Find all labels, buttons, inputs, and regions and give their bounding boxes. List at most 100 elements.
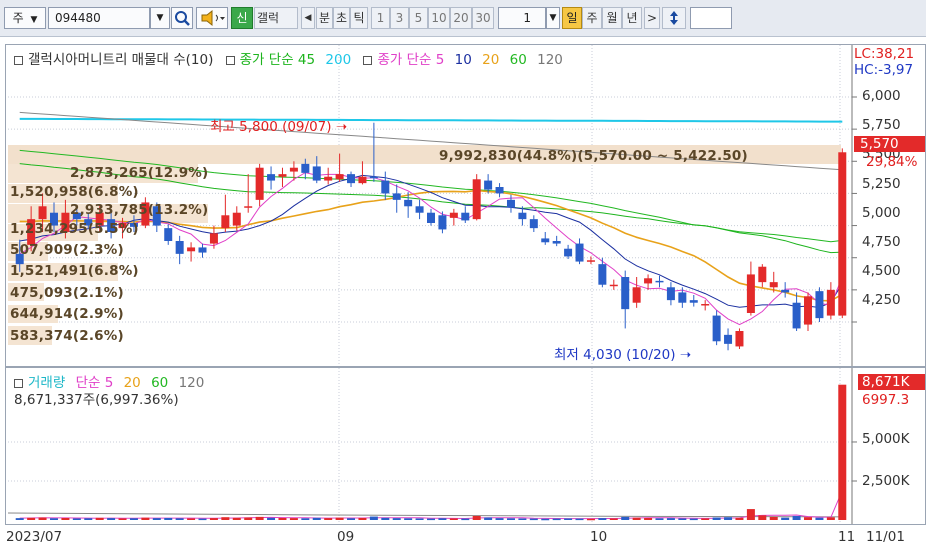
new-listing-tag: 신 bbox=[231, 7, 253, 29]
candle-body bbox=[689, 300, 698, 303]
candle-body bbox=[609, 284, 618, 287]
candle-body bbox=[358, 176, 367, 184]
search-icon bbox=[175, 11, 190, 26]
type-select[interactable]: 주 ▼ bbox=[4, 7, 46, 29]
interval-button-10[interactable]: 10 bbox=[428, 7, 450, 29]
legend-square-icon bbox=[14, 378, 23, 388]
interval-button-3[interactable]: 3 bbox=[390, 7, 409, 29]
y-tick-label: 4,500 bbox=[862, 263, 901, 279]
high-price-annotation: 최고 5,800 (09/07) ➝ bbox=[210, 115, 347, 135]
candle-body bbox=[164, 228, 173, 241]
period-daily-button[interactable]: 일 bbox=[562, 7, 582, 29]
period-next-button[interactable]: > bbox=[644, 7, 660, 29]
candle-body bbox=[209, 233, 218, 244]
stock-code-input[interactable]: 094480 bbox=[48, 7, 150, 29]
volume-bar bbox=[175, 518, 184, 520]
date-axis-label: 2023/07 bbox=[6, 529, 63, 545]
stock-code-value: 094480 bbox=[55, 11, 101, 25]
interval-select-value: 1 bbox=[523, 11, 531, 25]
legend-ma-short-label: 종가 단순 bbox=[377, 52, 432, 68]
candle-body bbox=[347, 174, 356, 184]
candle-body bbox=[826, 289, 835, 316]
updown-arrows-icon bbox=[670, 11, 678, 25]
period-next-label: > bbox=[646, 11, 658, 25]
candle-body bbox=[746, 274, 755, 313]
last-price-badge: 5,570 bbox=[854, 136, 925, 152]
candle-body bbox=[484, 180, 493, 190]
interval-button-1[interactable]: 1 bbox=[371, 7, 390, 29]
candle-body bbox=[644, 278, 653, 284]
period-yearly-button[interactable]: 년 bbox=[622, 7, 642, 29]
candle-body bbox=[564, 248, 573, 257]
period-tick-button[interactable]: 틱 bbox=[350, 7, 368, 29]
interval-button-5[interactable]: 5 bbox=[409, 7, 428, 29]
volume-bar bbox=[735, 517, 744, 520]
interval-select[interactable]: 1 bbox=[498, 7, 546, 29]
volume-bar bbox=[506, 518, 515, 520]
period-minute-label: 분 bbox=[318, 11, 331, 25]
volume-y-tick-label: 2,500K bbox=[862, 473, 910, 489]
candle-body bbox=[575, 243, 584, 262]
interval-dropdown-button[interactable]: ▼ bbox=[546, 7, 560, 29]
period-weekly-button[interactable]: 주 bbox=[582, 7, 602, 29]
candle-body bbox=[666, 287, 675, 301]
alert-sound-button[interactable] bbox=[196, 7, 228, 29]
volume-bar bbox=[289, 518, 298, 520]
volume-profile-label: 644,914(2.9%) bbox=[10, 306, 124, 322]
volume-bar bbox=[324, 518, 333, 520]
volume-bar bbox=[392, 518, 401, 520]
volume-chart-panel: 거래량 단순 5 20 60 120 8,671,337주(6,997.36%)… bbox=[5, 367, 926, 525]
candle-body bbox=[724, 334, 733, 344]
code-dropdown-button[interactable]: ▼ bbox=[150, 7, 170, 29]
chevron-down-icon: ▼ bbox=[156, 13, 164, 23]
search-button[interactable] bbox=[171, 7, 193, 29]
volume-bar bbox=[129, 518, 138, 520]
y-tick-label: 4,250 bbox=[862, 292, 901, 308]
ma5-line bbox=[19, 172, 843, 326]
volume-bar bbox=[815, 517, 824, 520]
volume-bar bbox=[552, 518, 561, 521]
y-tick-label: 6,000 bbox=[862, 88, 901, 104]
volume-bar bbox=[701, 518, 710, 520]
candle-body bbox=[461, 212, 470, 221]
date-axis-label: 10 bbox=[590, 529, 608, 545]
volume-y-tick-label: 5,000K bbox=[862, 431, 910, 447]
candle-body bbox=[449, 212, 458, 218]
candle-body bbox=[518, 212, 527, 220]
scroll-updown-button[interactable] bbox=[662, 7, 686, 29]
volume-bar bbox=[209, 518, 218, 520]
volume-bar bbox=[666, 518, 675, 520]
candle-body bbox=[381, 180, 390, 194]
volume-bar bbox=[438, 518, 447, 520]
volume-bar bbox=[575, 518, 584, 521]
volume-bar bbox=[724, 517, 733, 520]
volume-bar bbox=[118, 518, 127, 520]
candle-body bbox=[472, 179, 481, 220]
interval-button-20[interactable]: 20 bbox=[450, 7, 472, 29]
type-select-value: 주 bbox=[12, 11, 24, 25]
candle-body bbox=[38, 206, 47, 220]
period-prev-button[interactable]: ◀ bbox=[301, 7, 315, 29]
stock-name-label: 갤럭 bbox=[254, 7, 298, 29]
period-second-button[interactable]: 초 bbox=[333, 7, 350, 29]
candle-body bbox=[175, 241, 184, 254]
extra-input[interactable] bbox=[690, 7, 732, 29]
period-monthly-button[interactable]: 월 bbox=[602, 7, 622, 29]
chevron-down-icon: ▼ bbox=[30, 15, 38, 25]
candle-body bbox=[232, 212, 241, 226]
legend-ma120: 120 bbox=[537, 52, 563, 68]
candle-body bbox=[541, 238, 550, 243]
legend-ma5: 5 bbox=[435, 52, 445, 68]
interval-button-30[interactable]: 30 bbox=[472, 7, 494, 29]
volume-bar bbox=[655, 518, 664, 520]
volume-bar bbox=[644, 517, 653, 520]
max-volume-profile-label: 9,992,830(44.8%)(5,570.00 ~ 5,422.50) bbox=[439, 148, 748, 164]
volume-bar bbox=[484, 517, 493, 520]
legend-stock-name: 갤럭시아머니트리 매물대 수(10) bbox=[28, 52, 214, 68]
candle-body bbox=[655, 280, 664, 283]
period-minute-button[interactable]: 분 bbox=[316, 7, 333, 29]
y-tick-label: 5,000 bbox=[862, 205, 901, 221]
candle-body bbox=[769, 282, 778, 288]
period-tick-label: 틱 bbox=[353, 11, 365, 25]
volume-bar bbox=[541, 518, 550, 521]
